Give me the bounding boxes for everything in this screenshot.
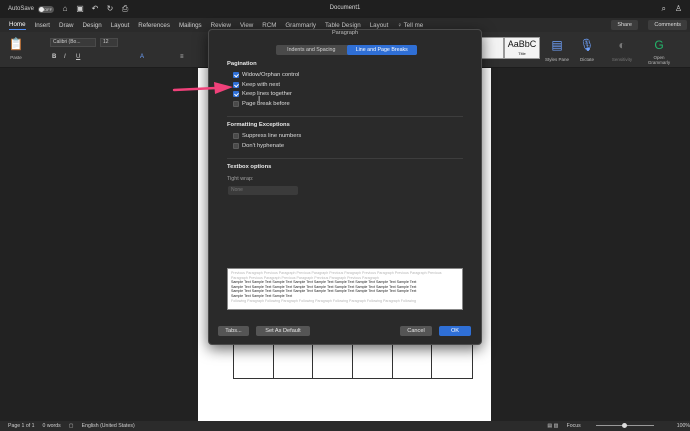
table-cell[interactable] <box>393 344 433 378</box>
tab-tell-me[interactable]: ♀ Tell me <box>397 22 423 29</box>
tab-grammarly[interactable]: Grammarly <box>285 22 316 29</box>
paragraph-preview: Previous Paragraph Previous Paragraph Pr… <box>227 268 463 310</box>
tab-home[interactable]: Home <box>9 21 26 30</box>
tabs-button[interactable]: Tabs... <box>218 326 249 336</box>
tab-references[interactable]: References <box>138 22 170 29</box>
dictate-label: Dictate <box>579 57 594 62</box>
table-cell[interactable] <box>274 344 314 378</box>
dont-hyphenate-label: Don't hyphenate <box>242 143 285 149</box>
microphone-icon[interactable]: 🎙 <box>579 38 595 52</box>
search-icon[interactable]: ⌕ <box>662 4 666 14</box>
ok-button[interactable]: OK <box>439 326 471 336</box>
page-count[interactable]: Page 1 of 1 <box>8 423 35 429</box>
tab-table-design[interactable]: Table Design <box>325 22 361 29</box>
font-size-field[interactable]: 12 <box>100 38 118 47</box>
styles-pane-label: Styles Pane <box>545 57 570 62</box>
tab-draw[interactable]: Draw <box>59 22 73 29</box>
widow-orphan-checkbox[interactable]: Widow/Orphan control <box>233 72 299 78</box>
title-bar: AutoSave OFF ⌂ ▣ ↶ ↻ ⎙ Document1 ⌕ ♙ <box>0 0 690 18</box>
tab-indents-spacing[interactable]: Indents and Spacing <box>276 45 347 55</box>
section-divider <box>227 116 463 117</box>
suppress-line-numbers-label: Suppress line numbers <box>242 133 302 139</box>
tab-insert[interactable]: Insert <box>35 22 50 29</box>
preview-following-line: Following Paragraph Following Paragraph … <box>231 298 416 303</box>
grammarly-icon[interactable]: G <box>651 38 667 52</box>
set-as-default-button[interactable]: Set As Default <box>256 326 310 336</box>
checkbox-checked[interactable] <box>233 72 239 78</box>
tab-line-page-breaks[interactable]: Line and Page Breaks <box>346 45 417 55</box>
keep-with-next-checkbox[interactable]: Keep with next <box>233 82 280 88</box>
widow-orphan-label: Widow/Orphan control <box>242 72 300 78</box>
dont-hyphenate-checkbox[interactable]: Don't hyphenate <box>233 143 284 149</box>
document-table[interactable] <box>233 343 473 379</box>
tab-view[interactable]: View <box>240 22 253 29</box>
comments-button[interactable]: Comments <box>648 20 687 30</box>
tab-mailings[interactable]: Mailings <box>179 22 202 29</box>
bold-icon[interactable]: B <box>52 54 56 60</box>
checkbox-unchecked[interactable] <box>233 143 239 149</box>
font-color-icon[interactable]: A <box>140 54 144 60</box>
pagination-heading: Pagination <box>227 61 257 67</box>
tab-design[interactable]: Design <box>82 22 101 29</box>
italic-icon[interactable]: I <box>64 54 66 60</box>
language-status[interactable]: English (United States) <box>82 423 135 429</box>
table-cell[interactable] <box>353 344 393 378</box>
tab-layout[interactable]: Layout <box>111 22 130 29</box>
underline-icon[interactable]: U <box>76 54 80 60</box>
tab-rcm[interactable]: RCM <box>262 22 276 29</box>
style-title[interactable]: AaBbC Title <box>504 37 540 59</box>
table-cell[interactable] <box>234 344 274 378</box>
word-window: AutoSave OFF ⌂ ▣ ↶ ↻ ⎙ Document1 ⌕ ♙ Hom… <box>0 0 690 431</box>
word-count[interactable]: 0 words <box>43 423 61 429</box>
keep-lines-together-label: Keep lines together <box>242 91 292 97</box>
tab-review[interactable]: Review <box>211 22 231 29</box>
page-break-before-checkbox[interactable]: Page break before <box>233 101 290 107</box>
sensitivity-label: Sensitivity <box>611 57 633 62</box>
formatting-exceptions-heading: Formatting Exceptions <box>227 122 290 128</box>
textbox-options-heading: Textbox options <box>227 164 272 170</box>
text-cursor-icon: I <box>258 95 261 104</box>
share-button[interactable]: Share <box>611 20 638 30</box>
style-title-sample: AaBbC <box>507 39 537 49</box>
dialog-tab-control: Indents and Spacing Line and Page Breaks <box>276 45 417 55</box>
zoom-level[interactable]: 100% <box>677 423 690 429</box>
cancel-button[interactable]: Cancel <box>400 326 432 336</box>
keep-lines-together-checkbox[interactable]: Keep lines together <box>233 91 292 97</box>
checkbox-unchecked[interactable] <box>233 133 239 139</box>
paste-label: Paste <box>10 55 22 60</box>
dialog-title: Paragraph <box>331 30 359 36</box>
section-divider <box>227 158 463 159</box>
suppress-line-numbers-checkbox[interactable]: Suppress line numbers <box>233 133 301 139</box>
table-cell[interactable] <box>432 344 472 378</box>
keep-with-next-label: Keep with next <box>242 82 281 88</box>
person-icon[interactable]: ♙ <box>675 4 682 13</box>
tight-wrap-label: Tight wrap: <box>227 176 254 182</box>
status-bar: Page 1 of 1 0 words ▢ English (United St… <box>0 421 690 431</box>
paste-icon[interactable]: 📋 <box>8 37 24 51</box>
style-title-label: Title <box>518 51 526 56</box>
align-icon[interactable]: ≡ <box>180 54 184 60</box>
grammarly-label: Open Grammarly <box>647 55 671 65</box>
tight-wrap-select[interactable]: None <box>228 186 298 195</box>
proofing-icon[interactable]: ▢ <box>69 423 74 429</box>
zoom-slider-handle[interactable] <box>622 423 627 428</box>
preview-previous-line: Previous Paragraph Previous Paragraph Pr… <box>231 271 442 275</box>
sensitivity-icon[interactable]: ◐ <box>614 38 630 52</box>
tell-me-label: Tell me <box>403 21 424 29</box>
page-break-before-label: Page break before <box>242 101 290 107</box>
document-title: Document1 <box>329 5 361 11</box>
tab-table-layout[interactable]: Layout <box>370 22 389 29</box>
font-name-field[interactable]: Calibri (Bo... <box>50 38 96 47</box>
styles-pane-icon[interactable]: ▤ <box>549 38 565 52</box>
annotation-arrow <box>172 82 233 94</box>
focus-mode[interactable]: Focus <box>567 423 581 429</box>
checkbox-unchecked[interactable] <box>233 101 239 107</box>
table-cell[interactable] <box>313 344 353 378</box>
view-mode-icons[interactable]: ▤ ▥ <box>547 423 558 429</box>
